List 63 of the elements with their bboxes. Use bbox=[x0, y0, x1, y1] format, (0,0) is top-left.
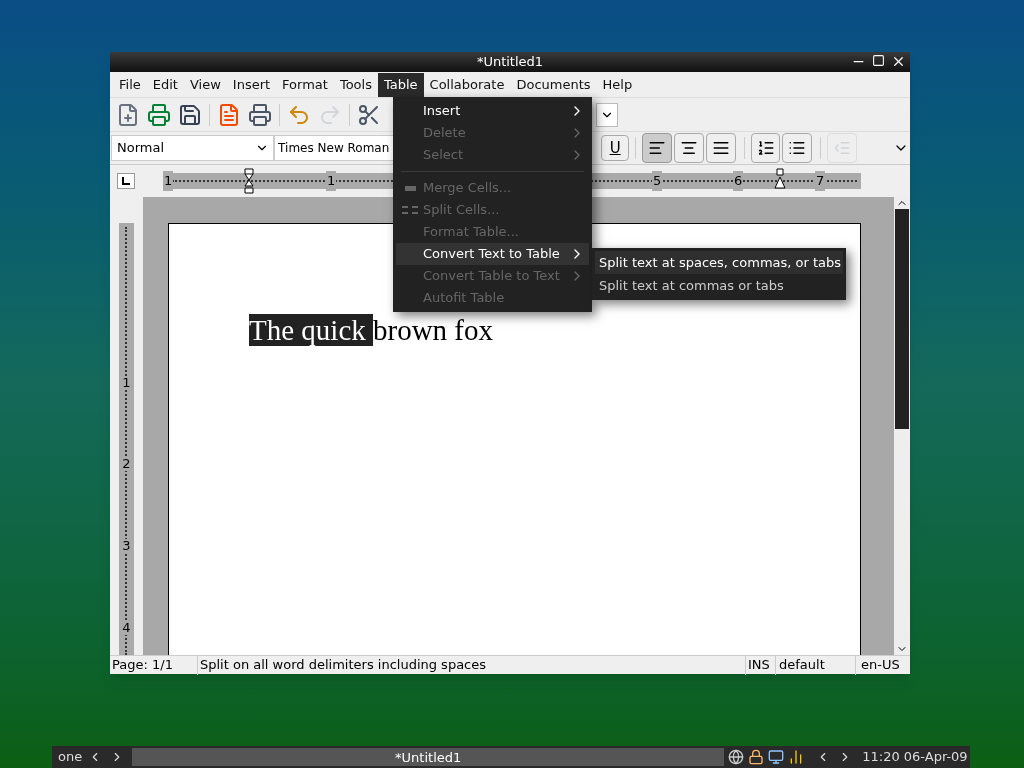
ruler-number: 1 bbox=[120, 376, 133, 390]
ruler-number: 4 bbox=[120, 621, 133, 635]
menu-item[interactable]: Table bbox=[377, 72, 424, 97]
corner-icon bbox=[122, 177, 130, 185]
menu-item[interactable]: Documents bbox=[510, 72, 597, 97]
menu-item[interactable]: Split text at commas or tabs bbox=[595, 274, 843, 297]
status-message: Split on all word delimiters including spaces bbox=[198, 655, 746, 675]
align-left-button[interactable] bbox=[642, 133, 672, 163]
align-center-icon bbox=[679, 139, 698, 157]
align-justify-icon bbox=[711, 139, 730, 157]
window-title: *Untitled1 bbox=[476, 53, 544, 72]
merge-cells-icon bbox=[405, 186, 416, 191]
printer-icon[interactable] bbox=[147, 102, 171, 127]
ruler-number: 1 bbox=[326, 171, 337, 191]
underline-button[interactable]: U bbox=[601, 135, 630, 161]
bullet-list-button[interactable] bbox=[782, 133, 813, 163]
page-style: default bbox=[776, 655, 856, 675]
monitor-icon[interactable] bbox=[768, 749, 785, 765]
align-center-button[interactable] bbox=[673, 133, 704, 163]
menu-item[interactable]: Edit bbox=[146, 72, 184, 97]
menu-item[interactable]: Insert bbox=[396, 100, 589, 122]
menu-item[interactable]: Tools bbox=[333, 72, 378, 97]
ruler-number: 6 bbox=[733, 171, 744, 191]
indent-marker-icon[interactable] bbox=[243, 168, 255, 194]
menu-item[interactable]: Help bbox=[596, 72, 639, 97]
language-status: en-US bbox=[860, 656, 900, 675]
menu-item[interactable]: Insert bbox=[226, 72, 277, 97]
align-left-icon bbox=[648, 139, 666, 157]
document-export-icon[interactable] bbox=[217, 102, 241, 127]
printer-icon[interactable] bbox=[248, 102, 272, 127]
page-status: Page: 1/1 bbox=[110, 655, 198, 675]
scissors-icon[interactable] bbox=[357, 102, 381, 127]
desktop-name[interactable]: one bbox=[52, 747, 89, 767]
ruler-number: 3 bbox=[120, 539, 133, 553]
menu-item[interactable]: File bbox=[113, 72, 147, 97]
bullet-list-icon bbox=[788, 139, 807, 157]
menu-item[interactable]: Collaborate bbox=[423, 72, 511, 97]
right-indent-marker-icon[interactable] bbox=[774, 168, 786, 190]
new-document-icon[interactable] bbox=[116, 102, 140, 127]
indent-icon bbox=[833, 139, 852, 157]
align-justify-button[interactable] bbox=[705, 133, 736, 163]
style-combo[interactable]: Normal bbox=[111, 135, 275, 161]
insert-mode: INS bbox=[746, 655, 776, 675]
maximize-icon[interactable] bbox=[872, 54, 885, 67]
numbered-list-button[interactable] bbox=[750, 133, 781, 163]
ruler-number: 7 bbox=[815, 171, 826, 191]
document-text: The quick brown fox bbox=[249, 314, 494, 346]
globe-icon[interactable] bbox=[728, 749, 745, 765]
clock: 11:20 06-Apr-09 bbox=[862, 748, 968, 767]
numbered-list-icon bbox=[756, 139, 775, 157]
menu-item[interactable]: Convert Text to Table bbox=[396, 243, 589, 265]
vertical-scrollbar[interactable] bbox=[894, 197, 910, 655]
menu-item[interactable]: Split text at spaces, commas, or tabs bbox=[595, 251, 843, 274]
ruler-number: 5 bbox=[652, 171, 663, 191]
close-icon[interactable] bbox=[891, 54, 906, 69]
ruler-number: 1 bbox=[163, 171, 174, 191]
ruler-number: 2 bbox=[120, 457, 133, 471]
split-cells-icon bbox=[402, 206, 418, 214]
tab-stop-button[interactable] bbox=[117, 173, 135, 189]
menu-item[interactable]: Format bbox=[276, 72, 334, 97]
taskbar-task[interactable]: *Untitled1 bbox=[132, 748, 725, 766]
menu-item[interactable]: View bbox=[183, 72, 227, 97]
lock-icon[interactable] bbox=[748, 749, 765, 765]
